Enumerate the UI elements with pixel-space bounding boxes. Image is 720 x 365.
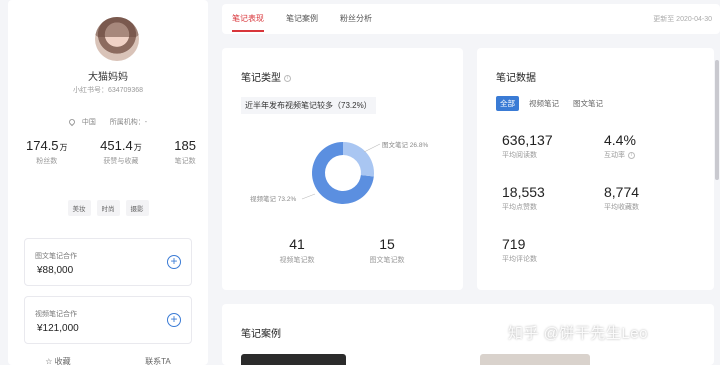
case-thumbnail[interactable] [241, 354, 346, 365]
video-count-block: 41 视频笔记数 [267, 236, 327, 265]
metric-avg-reads: 636,137 平均阅读数 [502, 132, 553, 160]
avatar[interactable] [95, 17, 139, 61]
profile-panel: 大猫妈妈 小红书号：634709368 中国 所属机构：- 174.5万 粉丝数… [8, 0, 208, 365]
stat-num: 174.5 [26, 138, 59, 153]
coop-title: 视频笔记合作 [35, 311, 77, 318]
tag[interactable]: 摄影 [125, 200, 149, 216]
filter-image[interactable]: 图文笔记 [569, 96, 607, 111]
metric-avg-likes: 18,553 平均点赞数 [502, 184, 545, 212]
tag[interactable]: 美妆 [67, 200, 91, 216]
image-count: 15 [379, 236, 395, 252]
stat-label: 粉丝数 [36, 158, 58, 165]
add-icon[interactable]: + [167, 313, 181, 327]
add-icon[interactable]: + [167, 255, 181, 269]
donut-slice-image[interactable] [343, 142, 374, 177]
tab-note-performance[interactable]: 笔记表现 [232, 13, 264, 32]
coop-title: 图文笔记合作 [35, 253, 77, 260]
stat-unit: 万 [133, 143, 142, 152]
case-thumbnail[interactable] [480, 354, 590, 365]
coop-card-image: 图文笔记合作 ¥88,000 + [24, 238, 192, 286]
donut-label-video: 视频笔记 73.2% [250, 194, 296, 203]
video-count: 41 [289, 236, 305, 252]
stat-num: 185 [174, 138, 196, 153]
card-title: 笔记数据 [496, 73, 536, 84]
stat-likes: 451.4万 获赞与收藏 [100, 138, 142, 166]
metric-avg-comments: 719 平均评论数 [502, 236, 537, 264]
stat-label: 笔记数 [174, 158, 196, 165]
profile-stats: 174.5万 粉丝数 451.4万 获赞与收藏 185 笔记数 [26, 138, 196, 166]
tabs: 笔记表现 笔记案例 粉丝分析 [232, 13, 372, 32]
red-id: 小红书号：634709368 [72, 87, 144, 94]
coop-price: ¥121,000 [37, 323, 79, 334]
stat-num: 451.4 [100, 138, 133, 153]
filter-all[interactable]: 全部 [496, 96, 519, 111]
metric-label: 平均阅读数 [502, 152, 537, 159]
tag[interactable]: 时尚 [96, 200, 120, 216]
profile-actions: ☆ 收藏 联系TA [8, 356, 208, 365]
video-count-label: 视频笔记数 [279, 257, 315, 264]
metric-value: 4.4% [604, 132, 636, 148]
image-count-label: 图文笔记数 [369, 257, 405, 264]
contact-button[interactable]: 联系TA [145, 356, 171, 365]
watermark: 知乎 @饼干先生Leo [508, 325, 648, 342]
filter-video[interactable]: 视频笔记 [525, 96, 563, 111]
note-type-donut: 图文笔记 26.8% 视频笔记 73.2% [250, 140, 428, 205]
image-count-block: 15 图文笔记数 [357, 236, 417, 265]
leader-line-video [301, 193, 316, 200]
metric-label: 平均点赞数 [502, 204, 537, 211]
location-row: 中国 所属机构：- [8, 117, 208, 127]
metric-value: 8,774 [604, 184, 640, 200]
coop-card-video: 视频笔记合作 ¥121,000 + [24, 296, 192, 344]
note-type-card: 笔记类型 i 近半年发布视频笔记较多（73.2%） 图文笔记 26.8% 视频笔记… [222, 48, 463, 290]
donut-label-image: 图文笔记 26.8% [382, 140, 428, 149]
metric-value: 18,553 [502, 184, 545, 200]
metric-label-text: 互动率 [604, 152, 625, 159]
location: 中国 [81, 119, 96, 126]
card-title: 笔记案例 [241, 329, 281, 340]
metric-value: 636,137 [502, 132, 553, 148]
tab-note-cases[interactable]: 笔记案例 [286, 13, 318, 32]
stat-followers: 174.5万 粉丝数 [26, 138, 68, 166]
metric-label: 互动率 i [604, 150, 636, 160]
info-icon[interactable]: i [628, 151, 635, 159]
org: 所属机构：- [109, 119, 148, 126]
tab-fan-analysis[interactable]: 粉丝分析 [340, 13, 372, 32]
metric-label: 平均评论数 [502, 256, 537, 263]
metric-engagement-rate: 4.4% 互动率 i [604, 132, 636, 160]
top-tab-bar: 笔记表现 笔记案例 粉丝分析 更新至 2020-04-30 [222, 4, 720, 34]
location-pin-icon [67, 117, 77, 127]
leader-line-image [363, 143, 381, 153]
scrollbar[interactable] [715, 60, 719, 180]
stat-notes: 185 笔记数 [174, 138, 196, 166]
note-data-filters: 全部 视频笔记 图文笔记 [496, 96, 607, 111]
tag-list: 美妆 时尚 摄影 [8, 200, 208, 216]
coop-price: ¥88,000 [37, 265, 74, 276]
stat-label: 获赞与收藏 [103, 158, 139, 165]
update-date: 更新至 2020-04-30 [653, 16, 712, 23]
stat-unit: 万 [59, 143, 68, 152]
metric-avg-saves: 8,774 平均收藏数 [604, 184, 639, 212]
nickname: 大猫妈妈 [88, 72, 128, 83]
metric-label: 平均收藏数 [604, 204, 639, 211]
note-data-card: 笔记数据 全部 视频笔记 图文笔记 636,137 平均阅读数 4.4% 互动率… [477, 48, 714, 290]
favorite-button[interactable]: ☆ 收藏 [45, 356, 70, 365]
metric-value: 719 [502, 236, 526, 252]
